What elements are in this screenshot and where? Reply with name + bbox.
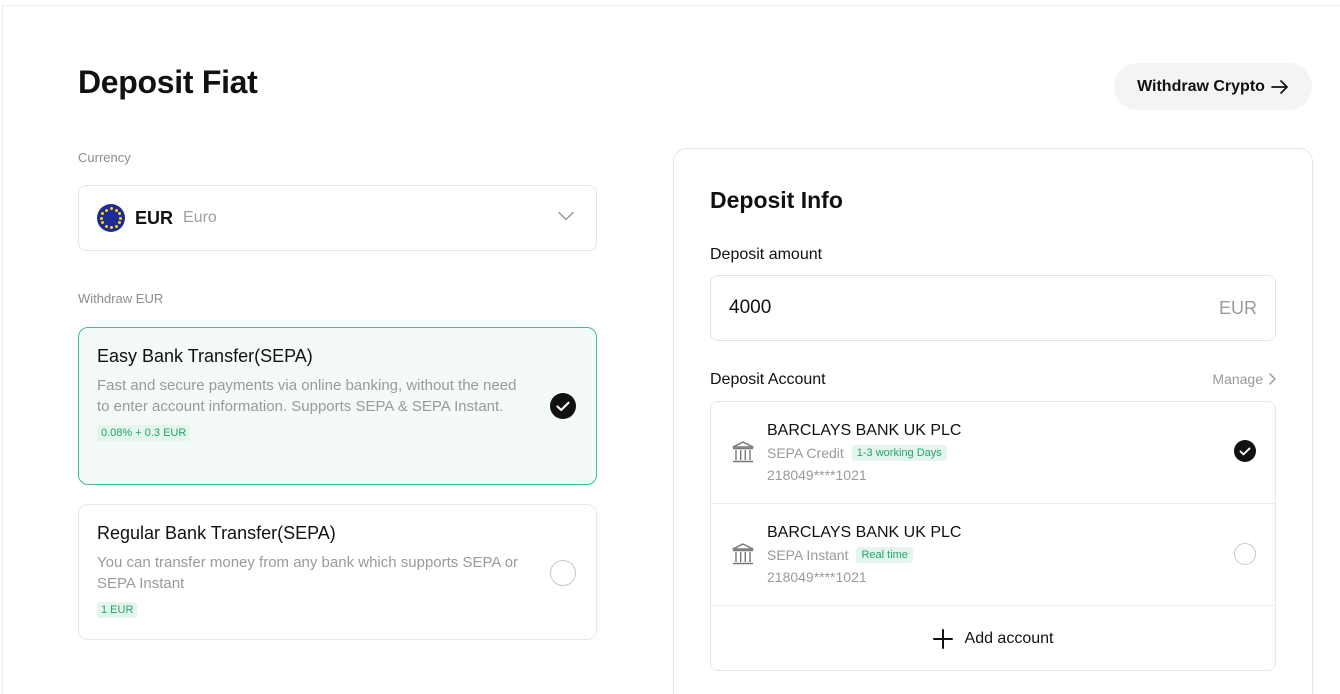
manage-link[interactable]: Manage xyxy=(1212,371,1276,387)
radio-unselected-icon xyxy=(1234,543,1256,565)
radio-unselected-icon xyxy=(550,560,576,586)
checkmark-selected-icon xyxy=(550,393,576,419)
method-description: Fast and secure payments via online bank… xyxy=(97,377,517,415)
withdraw-crypto-button[interactable]: Withdraw Crypto xyxy=(1114,63,1312,110)
account-bank-name: BARCLAYS BANK UK PLC xyxy=(767,422,962,439)
plus-icon xyxy=(932,629,953,649)
method-card-easy-bank-transfer[interactable]: Easy Bank Transfer(SEPA) Fast and secure… xyxy=(78,327,597,485)
account-type-label: SEPA Instant xyxy=(767,547,849,563)
account-number: 218049****1021 xyxy=(767,467,867,483)
account-number: 218049****1021 xyxy=(767,569,867,585)
withdraw-method-label: Withdraw EUR xyxy=(78,291,164,306)
method-title: Regular Bank Transfer(SEPA) xyxy=(97,523,336,543)
deposit-info-title: Deposit Info xyxy=(710,187,843,213)
deposit-accounts-list: BARCLAYS BANK UK PLC SEPA Credit 1-3 wor… xyxy=(710,401,1276,671)
manage-label: Manage xyxy=(1212,371,1263,387)
currency-code: EUR xyxy=(135,207,174,228)
method-card-regular-bank-transfer[interactable]: Regular Bank Transfer(SEPA) You can tran… xyxy=(78,504,597,640)
method-description: You can transfer money from any bank whi… xyxy=(97,554,519,592)
currency-select[interactable]: EUR Euro xyxy=(78,185,597,251)
bank-icon xyxy=(732,441,754,463)
page-title: Deposit Fiat xyxy=(78,64,258,100)
account-row[interactable]: BARCLAYS BANK UK PLC SEPA Instant Real t… xyxy=(711,504,1275,606)
currency-label: Currency xyxy=(78,150,131,165)
chevron-down-icon xyxy=(558,211,574,221)
currency-name: Euro xyxy=(183,209,217,226)
amount-unit: EUR xyxy=(1218,297,1257,318)
deposit-account-label: Deposit Account xyxy=(710,371,826,388)
account-speed-tag: Real time xyxy=(856,547,913,563)
account-speed-tag: 1-3 working Days xyxy=(851,445,947,461)
deposit-info-panel: Deposit Info Deposit amount EUR Deposit … xyxy=(673,148,1313,694)
account-type: SEPA Credit 1-3 working Days xyxy=(767,445,947,461)
deposit-amount-input[interactable] xyxy=(729,297,1189,319)
deposit-amount-field[interactable]: EUR xyxy=(710,275,1276,341)
add-account-button[interactable]: Add account xyxy=(711,606,1275,670)
fee-badge: 1 EUR xyxy=(97,602,138,618)
account-row[interactable]: BARCLAYS BANK UK PLC SEPA Credit 1-3 wor… xyxy=(711,402,1275,504)
bank-icon xyxy=(732,543,754,565)
eu-flag-icon xyxy=(97,204,125,232)
method-title: Easy Bank Transfer(SEPA) xyxy=(97,346,313,366)
deposit-amount-label: Deposit amount xyxy=(710,246,823,263)
fee-badge: 0.08% + 0.3 EUR xyxy=(97,425,191,441)
checkmark-selected-icon xyxy=(1234,440,1256,462)
account-type-label: SEPA Credit xyxy=(767,445,844,461)
withdraw-crypto-label: Withdraw Crypto xyxy=(1137,77,1265,95)
add-account-label: Add account xyxy=(964,630,1054,647)
account-type: SEPA Instant Real time xyxy=(767,547,913,563)
account-bank-name: BARCLAYS BANK UK PLC xyxy=(767,524,962,541)
arrow-right-icon xyxy=(1271,79,1288,94)
chevron-right-icon xyxy=(1269,373,1276,385)
